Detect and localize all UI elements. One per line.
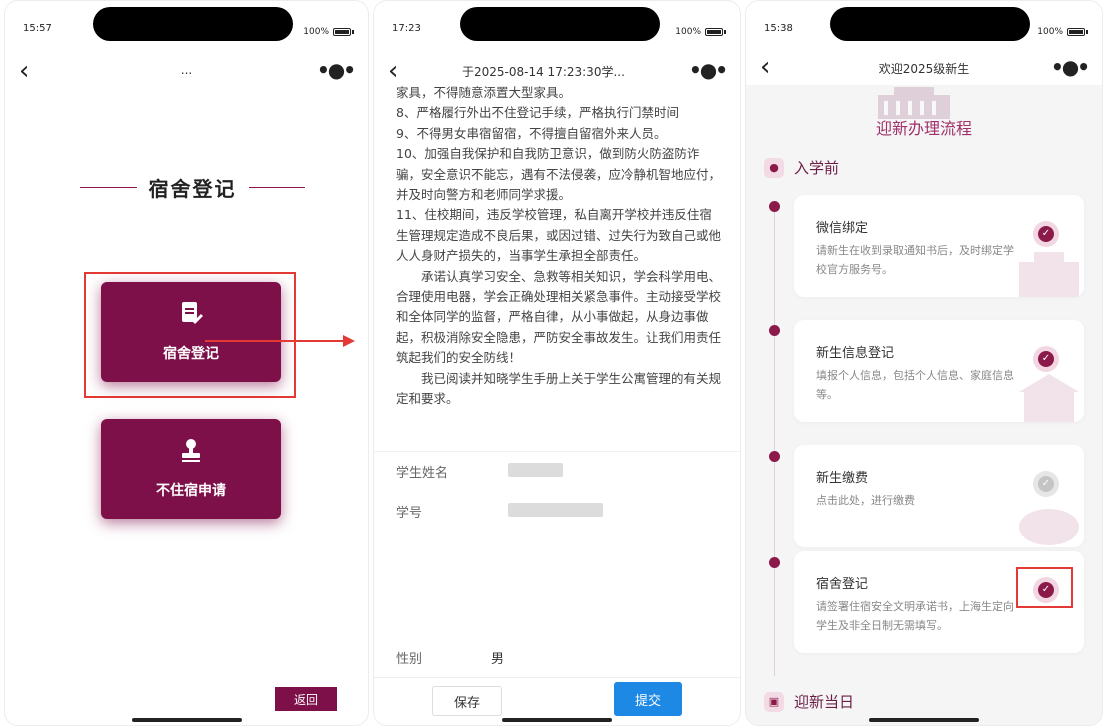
nav-title: 欢迎2025级新生 [878, 62, 970, 76]
timeline-dot [769, 451, 780, 462]
agreement-paragraph: 11、住校期间，违反学校管理，私自离开学校并违反住宿生管理规定造成不良后果，或因… [396, 207, 722, 264]
step-title: 宿舍登记 [816, 577, 869, 592]
battery-indicator: 100% [1037, 27, 1088, 37]
nav-title: 于2025-08-14 17:23:30学... [462, 65, 625, 79]
student-name-row: 学生姓名 [396, 459, 722, 483]
step-desc: 填报个人信息，包括个人信息、家庭信息等。 [816, 369, 1014, 401]
gender-label: 性别 [396, 652, 423, 667]
check-icon [1033, 471, 1059, 497]
status-bar: 15:57 100% [5, 1, 368, 49]
timeline-dot [769, 557, 780, 568]
student-name-field[interactable] [508, 463, 563, 477]
submit-button[interactable]: 提交 [614, 682, 682, 716]
more-options-icon[interactable]: •●• [1051, 55, 1090, 79]
notch [93, 7, 293, 41]
student-id-row: 学号 [396, 499, 722, 523]
status-bar: 17:23 100% [374, 1, 740, 49]
building-watermark-icon [1019, 374, 1079, 422]
dorm-register-tile[interactable]: 宿舍登记 [101, 282, 281, 382]
battery-percent: 100% [675, 27, 701, 37]
agreement-text: 家具，不得随意添置大型家具。 8、严格履行外出不住登记手续，严格执行门禁时间 9… [396, 83, 722, 410]
step-card-info-register[interactable]: 新生信息登记 填报个人信息，包括个人信息、家庭信息等。 [794, 320, 1084, 422]
phone-onboarding-flow: 15:38 100% ‹ 欢迎2025级新生 •●• 迎新办理流程 ● 入学前 … [745, 0, 1103, 726]
nav-title: ... [180, 63, 193, 77]
home-indicator [869, 718, 979, 722]
step-card-payment[interactable]: 新生缴费 点击此处，进行缴费 [794, 445, 1084, 547]
step-title: 新生缴费 [816, 471, 869, 486]
banner-title: 迎新办理流程 [875, 119, 972, 138]
section-title: 宿舍登记 [148, 177, 237, 201]
notch [460, 7, 660, 41]
student-id-field[interactable] [508, 503, 603, 517]
agreement-paragraph: 10、加强自我保护和自我防卫意识，做到防火防盗防诈骗，安全意识不能忘，遇有不法侵… [396, 146, 722, 203]
nav-bar: ‹ ... •●• [5, 56, 368, 90]
agreement-paragraph: 家具，不得随意添置大型家具。 [396, 85, 572, 100]
battery-icon [333, 28, 351, 36]
nav-bar: ‹ 欢迎2025级新生 •●• [746, 49, 1102, 85]
save-button[interactable]: 保存 [432, 686, 502, 716]
more-options-icon[interactable]: •●• [689, 58, 728, 82]
section-heading: 宿舍登记 [80, 173, 305, 202]
building-watermark-icon [1019, 509, 1079, 545]
stamp-icon [101, 437, 281, 470]
student-name-label: 学生姓名 [396, 466, 449, 481]
heading-rule-right [248, 186, 305, 189]
battery-icon [1067, 28, 1085, 36]
agreement-paragraph: 8、严格履行外出不住登记手续，严格执行门禁时间 [396, 105, 679, 121]
step-title: 微信绑定 [816, 221, 869, 236]
highlight-box [1016, 567, 1073, 608]
battery-indicator: 100% [303, 27, 354, 37]
return-button[interactable]: 返回 [275, 687, 337, 711]
battery-percent: 100% [1037, 27, 1063, 37]
agreement-paragraph: 承诺认真学习安全、急救等相关知识，学会科学用电、合理使用电器，学会正确处理相关紧… [396, 268, 722, 366]
gender-value[interactable]: 男 [491, 648, 504, 667]
battery-percent: 100% [303, 27, 329, 37]
back-chevron-icon[interactable]: ‹ [19, 56, 29, 86]
section-enrollment-day: ▣ 迎新当日 [764, 691, 854, 712]
timeline-line [774, 206, 775, 676]
heading-rule-left [80, 186, 137, 189]
student-id-label: 学号 [396, 506, 423, 521]
agreement-paragraph: 我已阅读并知晓学生手册上关于学生公寓管理的有关规定和要求。 [396, 370, 722, 407]
timeline-dot [769, 201, 780, 212]
building-illustration-icon [878, 87, 950, 119]
status-time: 15:38 [764, 23, 793, 34]
step-title: 新生信息登记 [816, 346, 895, 361]
person-icon: ● [764, 157, 784, 178]
status-time: 15:57 [23, 23, 52, 34]
tile-label: 不住宿申请 [156, 483, 226, 499]
gender-row: 性别 男 [396, 645, 722, 669]
phone-dorm-menu: 15:57 100% ‹ ... •●• 宿舍登记 宿舍登记 不住宿申请 返回 [4, 0, 369, 726]
no-residence-tile[interactable]: 不住宿申请 [101, 419, 281, 519]
banner: 迎新办理流程 [746, 85, 1102, 149]
section-label: 迎新当日 [794, 693, 855, 711]
battery-indicator: 100% [675, 27, 726, 37]
more-options-icon[interactable]: •●• [317, 58, 356, 82]
edit-doc-icon [101, 300, 281, 333]
calendar-icon: ▣ [764, 691, 784, 712]
status-bar: 15:38 100% [746, 1, 1102, 49]
check-icon [1033, 221, 1059, 247]
building-watermark-icon [1019, 252, 1079, 297]
section-label: 入学前 [794, 159, 840, 177]
annotation-arrow-icon [205, 335, 355, 347]
step-desc: 请签署住宿安全文明承诺书，上海生定向学生及非全日制无需填写。 [816, 600, 1014, 632]
home-indicator [131, 718, 242, 722]
back-chevron-icon[interactable]: ‹ [760, 52, 770, 82]
step-desc: 点击此处，进行缴费 [816, 494, 915, 507]
phone-commitment-form: 17:23 100% ‹ 于2025-08-14 17:23:30学... •●… [373, 0, 741, 726]
step-desc: 请新生在收到录取通知书后，及时绑定学校官方服务号。 [816, 244, 1014, 276]
status-time: 17:23 [392, 23, 421, 34]
check-icon [1033, 346, 1059, 372]
home-indicator [502, 718, 612, 722]
back-chevron-icon[interactable]: ‹ [388, 56, 398, 86]
section-before-enrollment: ● 入学前 [764, 157, 839, 178]
notch [830, 7, 1030, 41]
step-card-wechat[interactable]: 微信绑定 请新生在收到录取通知书后，及时绑定学校官方服务号。 [794, 195, 1084, 297]
agreement-paragraph: 9、不得男女串宿留宿，不得擅自留宿外来人员。 [396, 125, 667, 141]
battery-icon [705, 28, 723, 36]
timeline-dot [769, 325, 780, 336]
